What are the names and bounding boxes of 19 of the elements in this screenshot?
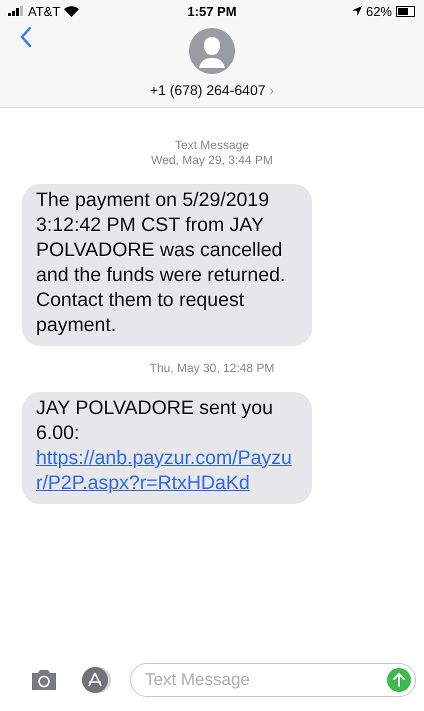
camera-icon[interactable] <box>30 669 58 691</box>
back-icon[interactable] <box>20 26 32 48</box>
signal-icon <box>8 6 24 16</box>
message-type-label: Text Message <box>174 138 250 152</box>
message-input-field[interactable]: Text Message <box>130 663 416 697</box>
carrier-name: AT&T <box>28 4 60 18</box>
send-icon[interactable] <box>387 668 411 692</box>
wifi-icon <box>64 6 80 16</box>
avatar-icon[interactable] <box>189 28 235 74</box>
timestamp: Thu, May 30, 12:48 PM <box>150 360 274 376</box>
message-link[interactable]: https://anb.payzur.com/Payzur/P2P.aspx?r=RtxHDaKd <box>36 446 298 496</box>
clock-time: 1:57 PM <box>187 4 237 18</box>
timestamp: Wed, May 29, 3:44 PM <box>151 152 273 168</box>
message-bubble: JAY POLVADORE sent you 6.00: https://anb.payzur.com/Payzur/P2P.aspx?r=RtxHDaKd <box>22 392 312 504</box>
location-icon <box>352 6 362 16</box>
battery-icon <box>396 6 416 16</box>
battery-percent: 62% <box>366 4 392 18</box>
message-bubble: The payment on 5/29/2019 3:12:42 PM CST from JAY POLVADORE was cancelled and the funds were returned. Contact them to request payment. <box>22 184 312 346</box>
contact-name[interactable]: +1 (678) 264-6407 › <box>150 82 274 98</box>
